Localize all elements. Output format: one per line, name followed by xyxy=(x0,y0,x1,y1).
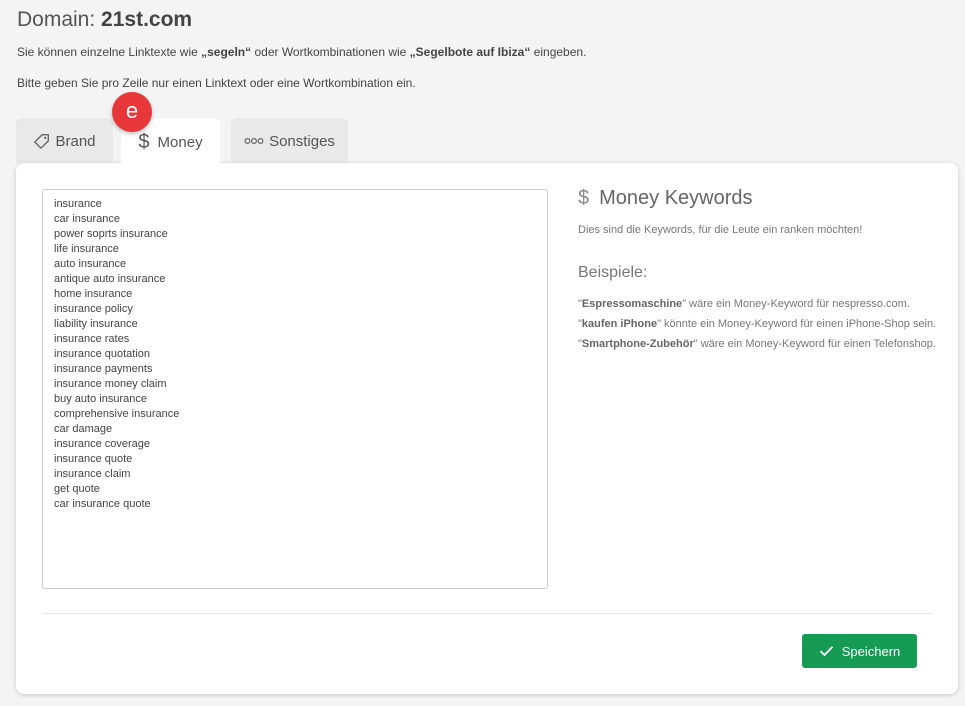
tab-brand-label: Brand xyxy=(55,132,96,150)
examples-title: Beispiele: xyxy=(578,264,648,281)
intro-text-2: Bitte geben Sie pro Zeile nur einen Link… xyxy=(17,76,416,90)
step-badge: e xyxy=(112,92,152,132)
intro1-suffix: eingeben. xyxy=(530,45,587,59)
info-title-text: Money Keywords xyxy=(599,187,753,209)
intro1-example2: „Segelbote auf Ibiza“ xyxy=(409,45,531,59)
dollar-icon: $ xyxy=(578,187,590,209)
save-button[interactable]: Speichern xyxy=(802,634,917,668)
domain-label: Domain: xyxy=(17,8,96,31)
example-text: könnte ein Money-Keyword für einen iPhon… xyxy=(661,318,937,330)
keywords-textarea[interactable]: insurance car insurance power soprts ins… xyxy=(42,189,548,589)
intro-text-1: Sie können einzelne Linktexte wie „segel… xyxy=(17,45,586,59)
tab-brand[interactable]: Brand xyxy=(16,118,113,164)
domain-title: Domain: 21st.com xyxy=(17,8,192,32)
domain-value: 21st.com xyxy=(101,8,193,31)
info-title: $ Money Keywords xyxy=(578,187,938,210)
example-item: "Smartphone-Zubehör" wäre ein Money-Keyw… xyxy=(578,338,936,350)
example-item: "kaufen iPhone" könnte ein Money-Keyword… xyxy=(578,318,937,330)
intro1-example1: „segeln“ xyxy=(201,45,252,59)
example-text: wäre ein Money-Keyword für nespresso.com… xyxy=(686,298,910,310)
info-section: $ Money Keywords Dies sind die Keywords,… xyxy=(578,187,938,354)
intro1-prefix: Sie können einzelne Linktexte wie xyxy=(17,45,202,59)
tag-icon xyxy=(33,133,50,150)
money-keywords-panel: insurance car insurance power soprts ins… xyxy=(16,163,958,694)
info-subtitle: Dies sind die Keywords, für die Leute ei… xyxy=(578,224,863,236)
save-button-label: Speichern xyxy=(841,643,901,659)
examples-list: "Espressomaschine" wäre ein Money-Keywor… xyxy=(578,294,938,354)
example-text: wäre ein Money-Keyword für einen Telefon… xyxy=(697,338,936,350)
example-keyword: Espressomaschine xyxy=(581,298,683,310)
intro1-middle: oder Wortkombinationen wie xyxy=(251,45,410,59)
divider xyxy=(42,613,932,614)
example-keyword: Smartphone-Zubehör xyxy=(581,338,694,350)
check-icon xyxy=(819,646,833,657)
dollar-icon: $ xyxy=(138,130,150,153)
example-keyword: kaufen iPhone xyxy=(581,318,658,330)
tab-money-label: Money xyxy=(157,133,203,151)
tab-sonstiges[interactable]: Sonstiges xyxy=(231,118,348,164)
example-item: "Espressomaschine" wäre ein Money-Keywor… xyxy=(578,298,910,310)
tab-sonstiges-label: Sonstiges xyxy=(269,132,335,150)
dots-icon xyxy=(244,137,264,145)
